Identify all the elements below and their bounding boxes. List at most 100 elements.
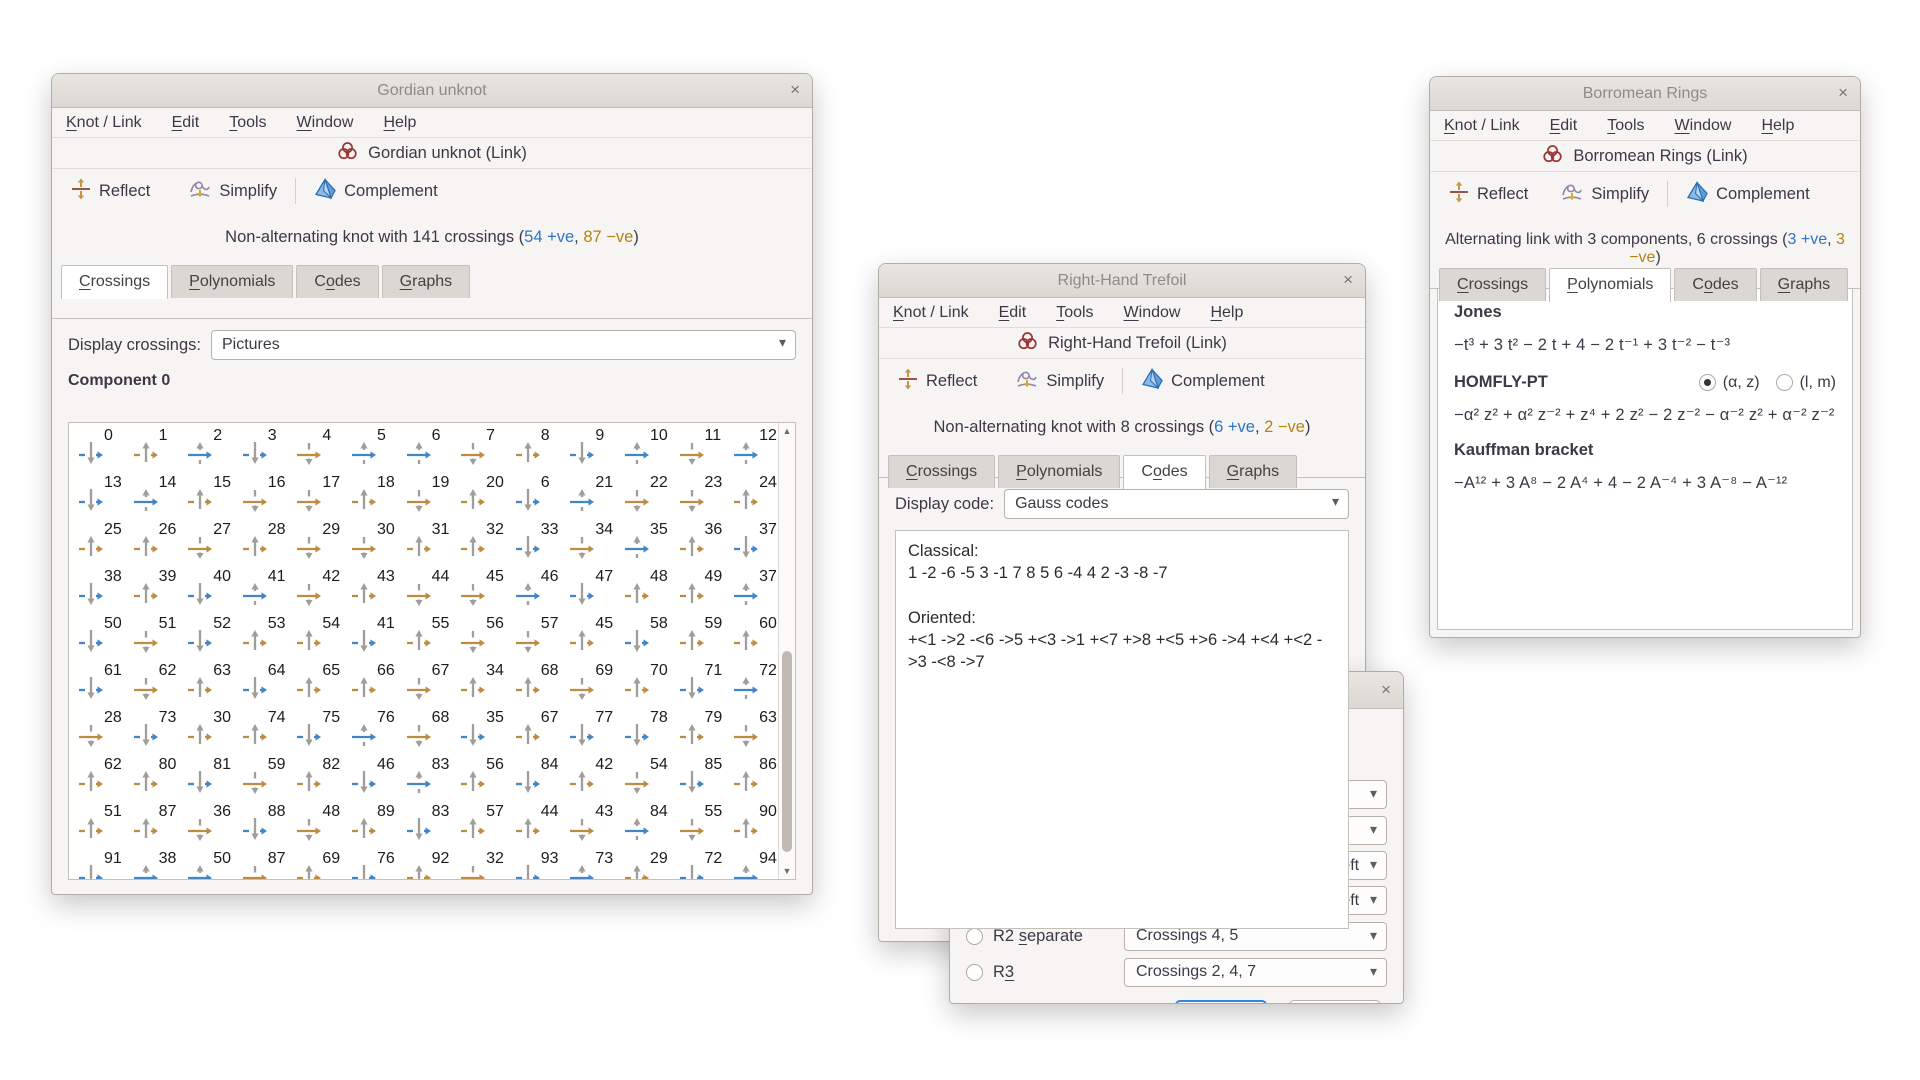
crossing-cell-82[interactable]: 82 [293,754,348,801]
crossing-cell-45[interactable]: 45 [457,566,512,613]
crossing-cell-51[interactable]: 51 [75,801,130,848]
crossing-cell-84[interactable]: 84 [621,801,676,848]
menu-item-tools[interactable]: Tools [1607,117,1644,135]
close-button[interactable]: ✕ Close [1289,1000,1381,1004]
scroll-down-icon[interactable]: ▼ [779,864,795,878]
crossing-cell-16[interactable]: 16 [239,472,294,519]
crossing-cell-59[interactable]: 59 [676,613,731,660]
crossing-cell-56[interactable]: 56 [457,754,512,801]
close-icon[interactable]: × [1838,83,1848,103]
crossing-cell-18[interactable]: 18 [348,472,403,519]
titlebar[interactable]: Gordian unknot × [52,74,812,108]
crossing-cell-64[interactable]: 64 [239,660,294,707]
tab-crossings[interactable]: Crossings [61,265,168,299]
crossing-cell-66[interactable]: 66 [348,660,403,707]
crossing-cell-83[interactable]: 83 [403,754,458,801]
reflect-button[interactable]: Reflect [1442,177,1534,212]
crossing-cell-53[interactable]: 53 [239,613,294,660]
crossing-cell-39[interactable]: 39 [130,566,185,613]
menu-item-help[interactable]: Help [1210,304,1243,322]
menu-item-tools[interactable]: Tools [1056,304,1093,322]
crossing-cell-14[interactable]: 14 [130,472,185,519]
crossing-cell-65[interactable]: 65 [293,660,348,707]
tab-crossings[interactable]: Crossings [888,455,995,488]
homfly-l-m-option[interactable]: (l, m) [1776,374,1836,392]
crossing-cell-6[interactable]: 6 [403,425,458,472]
menu-item-window[interactable]: Window [1124,304,1181,322]
crossing-cell-33[interactable]: 33 [512,519,567,566]
vertical-scrollbar[interactable]: ▲ ▼ [778,423,795,879]
tab-polynomials[interactable]: Polynomials [998,455,1120,488]
tab-polynomials[interactable]: Polynomials [1549,268,1671,302]
close-icon[interactable]: × [1343,270,1353,290]
crossing-cell-74[interactable]: 74 [239,707,294,754]
crossing-cell-81[interactable]: 81 [184,754,239,801]
crossing-cell-44[interactable]: 44 [512,801,567,848]
crossing-cell-48[interactable]: 48 [621,566,676,613]
crossing-cell-84[interactable]: 84 [512,754,567,801]
crossing-cell-35[interactable]: 35 [457,707,512,754]
crossing-cell-55[interactable]: 55 [403,613,458,660]
crossing-cell-72[interactable]: 72 [730,660,777,707]
radio-l-m[interactable] [1776,374,1793,391]
crossing-cell-0[interactable]: 0 [75,425,130,472]
crossing-cell-70[interactable]: 70 [621,660,676,707]
crossing-cell-79[interactable]: 79 [676,707,731,754]
titlebar[interactable]: Borromean Rings × [1430,77,1860,111]
crossing-cell-52[interactable]: 52 [184,613,239,660]
crossing-cell-45[interactable]: 45 [566,613,621,660]
crossing-cell-35[interactable]: 35 [621,519,676,566]
crossing-cell-59[interactable]: 59 [239,754,294,801]
crossing-cell-6[interactable]: 6 [512,472,567,519]
menu-item-window[interactable]: Window [297,114,354,132]
crossing-cell-31[interactable]: 31 [403,519,458,566]
menu-item-edit[interactable]: Edit [1550,117,1578,135]
tab-graphs[interactable]: Graphs [1760,268,1848,301]
crossing-cell-28[interactable]: 28 [75,707,130,754]
crossing-cell-24[interactable]: 24 [730,472,777,519]
crossing-cell-73[interactable]: 73 [130,707,185,754]
crossing-cell-67[interactable]: 67 [512,707,567,754]
crossing-cell-89[interactable]: 89 [348,801,403,848]
r3-combobox[interactable]: Crossings 2, 4, 7 [1124,958,1387,987]
homfly-alpha-z-option[interactable]: (α, z) [1699,374,1760,392]
crossing-cell-10[interactable]: 10 [621,425,676,472]
crossing-cell-80[interactable]: 80 [130,754,185,801]
crossing-cell-47[interactable]: 47 [566,566,621,613]
crossing-cell-29[interactable]: 29 [621,848,676,879]
menu-item-help[interactable]: Help [383,114,416,132]
complement-button[interactable]: Complement [1680,177,1816,212]
crossing-cell-22[interactable]: 22 [621,472,676,519]
crossing-cell-69[interactable]: 69 [566,660,621,707]
crossing-cell-46[interactable]: 46 [512,566,567,613]
crossing-cell-85[interactable]: 85 [676,754,731,801]
crossing-cell-57[interactable]: 57 [512,613,567,660]
close-icon[interactable]: × [1381,680,1391,700]
crossing-cell-56[interactable]: 56 [457,613,512,660]
complement-button[interactable]: Complement [1135,364,1271,399]
tab-codes[interactable]: Codes [1123,455,1205,489]
crossing-cell-48[interactable]: 48 [293,801,348,848]
crossing-cell-34[interactable]: 34 [457,660,512,707]
crossing-cell-32[interactable]: 32 [457,519,512,566]
crossing-cell-87[interactable]: 87 [130,801,185,848]
simplify-button[interactable]: Simplify [182,174,283,209]
crossing-cell-78[interactable]: 78 [621,707,676,754]
crossing-cell-30[interactable]: 30 [348,519,403,566]
crossing-cell-92[interactable]: 92 [403,848,458,879]
tab-codes[interactable]: Codes [296,265,378,298]
crossing-cell-38[interactable]: 38 [75,566,130,613]
menu-item-tools[interactable]: Tools [229,114,266,132]
crossing-cell-57[interactable]: 57 [457,801,512,848]
crossing-cell-37[interactable]: 37 [730,566,777,613]
apply-button[interactable]: ✓ Apply [1175,1000,1268,1004]
crossing-cell-62[interactable]: 62 [130,660,185,707]
crossing-cell-36[interactable]: 36 [676,519,731,566]
crossing-cell-20[interactable]: 20 [457,472,512,519]
crossing-cell-30[interactable]: 30 [184,707,239,754]
crossing-cell-17[interactable]: 17 [293,472,348,519]
crossing-cell-51[interactable]: 51 [130,613,185,660]
crossing-cell-5[interactable]: 5 [348,425,403,472]
crossing-cell-69[interactable]: 69 [293,848,348,879]
display-crossings-combobox[interactable]: Pictures [211,330,796,360]
